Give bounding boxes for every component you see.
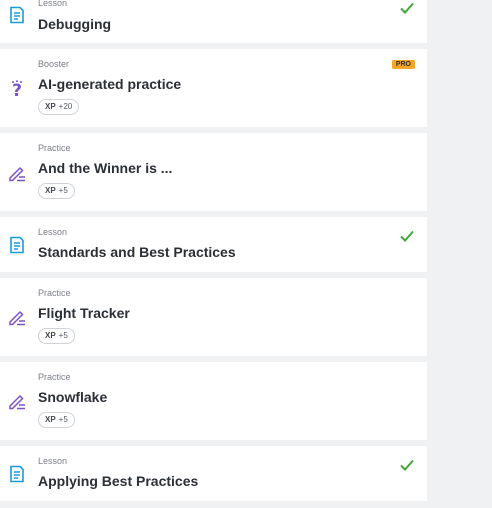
lesson-title: Flight Tracker [38,305,130,321]
lesson-icon [10,6,24,24]
lesson-card-ai-generated-practice[interactable]: ? Booster AI-generated practice XP +20 PR… [0,49,427,127]
svg-text:?: ? [12,81,22,98]
lesson-icon [10,465,24,483]
xp-value: +5 [58,331,68,340]
xp-label: XP [45,415,56,424]
xp-label: XP [45,331,56,340]
xp-value: +5 [58,186,68,195]
lesson-kind-label: Practice [38,372,71,382]
xp-value: +5 [58,415,68,424]
lesson-title: Applying Best Practices [38,473,199,489]
checkmark-icon [400,230,414,242]
xp-badge: XP +5 [38,183,75,199]
lesson-kind-label: Booster [38,59,70,69]
lesson-list: Lesson Debugging ? Booster AI-generated … [0,0,427,508]
practice-pencil-icon [9,166,25,182]
xp-value: +20 [58,102,73,111]
lesson-title: Debugging [38,16,112,32]
xp-badge: XP +5 [38,328,75,344]
lesson-title: And the Winner is ... [38,160,173,176]
xp-label: XP [45,186,56,195]
practice-pencil-icon [9,310,25,326]
lesson-kind-label: Practice [38,288,71,298]
lesson-card-snowflake[interactable]: Practice Snowflake XP +5 [0,362,427,440]
xp-badge: XP +5 [38,412,75,428]
lesson-card-applying-best-practices[interactable]: Lesson Applying Best Practices [0,446,427,501]
lesson-kind-label: Lesson [38,456,68,466]
lesson-card-debugging[interactable]: Lesson Debugging [0,0,427,43]
xp-badge: XP +20 [38,99,80,115]
xp-label: XP [45,102,56,111]
lesson-title: AI-generated practice [38,76,182,92]
lesson-card-standards-and-best-practices[interactable]: Lesson Standards and Best Practices [0,217,427,272]
pro-badge: PRO [391,60,415,69]
lesson-card-and-the-winner-is[interactable]: Practice And the Winner is ... XP +5 [0,133,427,211]
lesson-kind-label: Practice [38,143,71,153]
lesson-kind-label: Lesson [38,0,68,8]
checkmark-icon [400,2,414,14]
practice-pencil-icon [9,394,25,410]
question-icon: ? [12,80,22,98]
lesson-icon [10,236,24,254]
lesson-kind-label: Lesson [38,227,68,237]
checkmark-icon [400,459,414,471]
lesson-title: Snowflake [38,389,108,405]
lesson-title: Standards and Best Practices [38,244,236,260]
lesson-card-flight-tracker[interactable]: Practice Flight Tracker XP +5 [0,278,427,356]
